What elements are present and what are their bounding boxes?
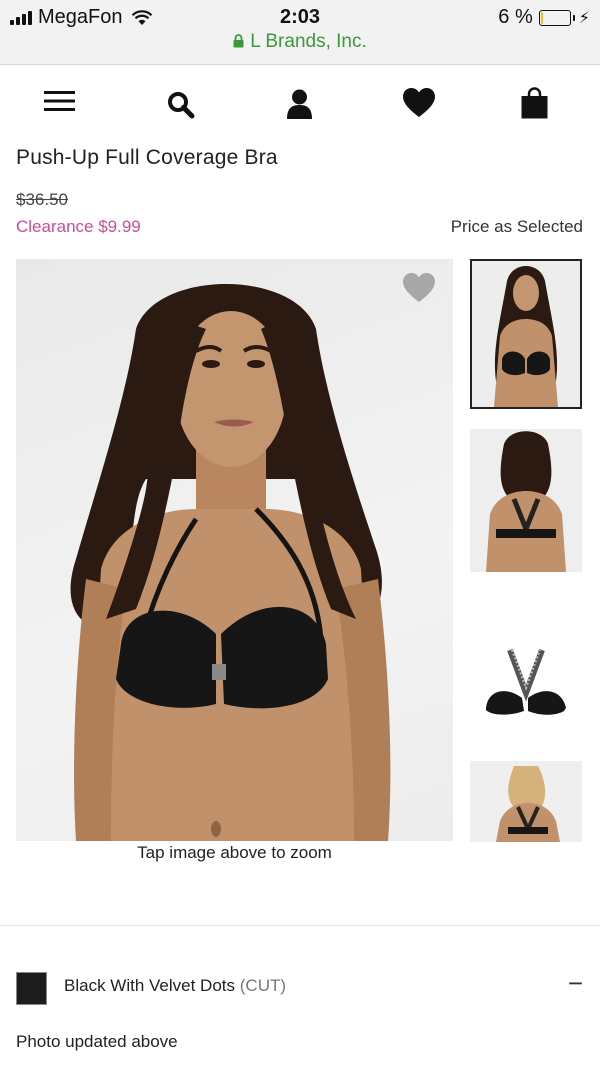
lock-icon <box>233 34 244 48</box>
battery-icon <box>538 9 575 26</box>
url-bar[interactable]: L Brands, Inc. <box>0 31 600 53</box>
section-divider <box>0 925 600 926</box>
heart-icon[interactable] <box>403 88 435 118</box>
favorite-heart-icon[interactable] <box>403 273 435 303</box>
account-icon[interactable] <box>287 89 312 119</box>
color-name-label: Black With Velvet Dots <box>64 976 236 995</box>
thumbnail-back-closeup[interactable] <box>470 761 582 842</box>
thumbnail-back[interactable] <box>470 429 582 572</box>
thumbnail-image <box>470 598 582 741</box>
search-icon[interactable] <box>167 91 195 119</box>
site-nav <box>0 64 600 144</box>
thumbnail-image <box>472 261 580 407</box>
original-price: $36.50 <box>16 190 68 209</box>
main-product-image[interactable] <box>16 259 453 841</box>
thumbnail-product[interactable] <box>470 598 582 741</box>
model-photo <box>70 284 391 841</box>
status-right: 6 % ⚡ <box>498 6 590 29</box>
thumbnail-front[interactable] <box>470 259 582 409</box>
bag-icon[interactable] <box>521 87 548 119</box>
battery-percent: 6 % <box>498 6 533 28</box>
url-text: L Brands, Inc. <box>250 31 367 52</box>
color-option[interactable]: Black With Velvet Dots (CUT) <box>64 976 286 996</box>
photo-updated-note: Photo updated above <box>16 1032 178 1051</box>
menu-icon[interactable] <box>44 90 75 112</box>
color-swatch[interactable] <box>16 972 47 1005</box>
zoom-hint: Tap image above to zoom <box>137 843 332 862</box>
clearance-price: Clearance $9.99 <box>16 217 141 236</box>
color-code-label: (CUT) <box>239 976 287 995</box>
product-title: Push-Up Full Coverage Bra <box>16 146 278 169</box>
collapse-button[interactable]: − <box>568 968 583 999</box>
charging-icon: ⚡ <box>578 9 590 27</box>
price-note: Price as Selected <box>450 217 583 236</box>
thumbnail-image <box>470 761 582 842</box>
thumbnail-image <box>470 429 582 572</box>
status-bar: MegaFon 2:03 L Brands, Inc. 6 % ⚡ <box>0 0 600 65</box>
